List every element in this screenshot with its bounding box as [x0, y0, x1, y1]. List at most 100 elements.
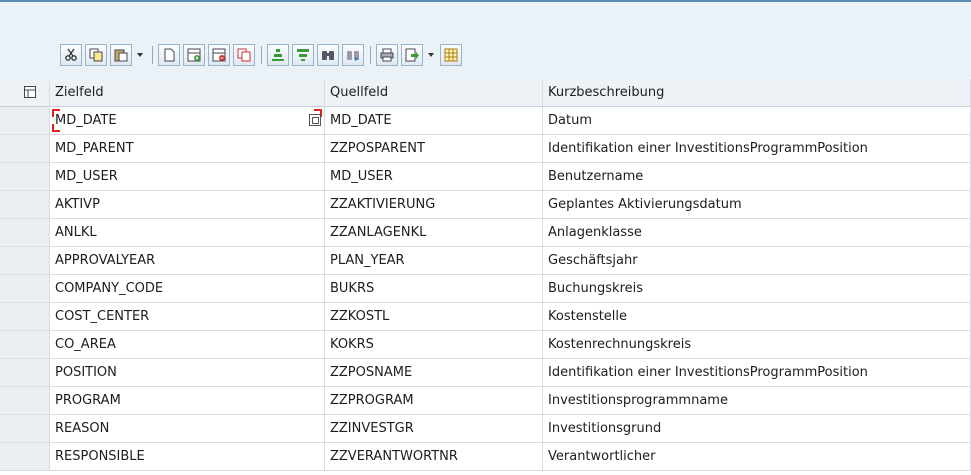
binoculars-next-icon — [347, 51, 359, 61]
kurzbeschreibung-cell[interactable]: Datum — [543, 107, 971, 135]
kurzbeschreibung-cell[interactable]: Kostenrechnungskreis — [543, 331, 971, 359]
sort-icon — [272, 49, 284, 61]
kurzbeschreibung-cell[interactable]: Geschäftsjahr — [543, 247, 971, 275]
paste-dropdown[interactable] — [135, 44, 145, 66]
zielfeld-cell[interactable]: MD_DATE — [50, 107, 325, 135]
value-help-icon[interactable] — [309, 114, 321, 126]
kurzbeschreibung-cell[interactable]: Geplantes Aktivierungsdatum — [543, 191, 971, 219]
binoculars-icon — [322, 51, 334, 60]
table-row[interactable]: COMPANY_CODE BUKRS Buchungskreis — [0, 275, 971, 303]
quellfeld-cell[interactable]: BUKRS — [325, 275, 543, 303]
quellfeld-cell[interactable]: ZZPROGRAM — [325, 387, 543, 415]
table-row[interactable]: AKTIVP ZZAKTIVIERUNG Geplantes Aktivierung… — [0, 191, 971, 219]
table-row[interactable]: MD_DATE MD_DATE Datum — [0, 107, 971, 135]
row-selector[interactable] — [0, 359, 50, 387]
scissors-icon — [65, 48, 77, 61]
quellfeld-cell[interactable]: ZZANLAGENKL — [325, 219, 543, 247]
table-row[interactable]: MD_USER MD_USER Benutzername — [0, 163, 971, 191]
paste-icon — [114, 49, 128, 62]
kurzbeschreibung-cell[interactable]: Identifikation einer InvestitionsProgram… — [543, 359, 971, 387]
print-button[interactable] — [376, 44, 398, 66]
kurzbeschreibung-cell[interactable]: Kostenstelle — [543, 303, 971, 331]
row-selector[interactable] — [0, 331, 50, 359]
table-row[interactable]: APPROVALYEAR PLAN_YEAR Geschäftsjahr — [0, 247, 971, 275]
table-row[interactable]: CO_AREA KOKRS Kostenrechnungskreis — [0, 331, 971, 359]
quellfeld-cell[interactable]: ZZKOSTL — [325, 303, 543, 331]
quellfeld-cell[interactable]: ZZVERANTWORTNR — [325, 443, 543, 471]
zielfeld-cell[interactable]: POSITION — [50, 359, 325, 387]
row-selector[interactable] — [0, 275, 50, 303]
kurzbeschreibung-cell[interactable]: Investitionsgrund — [543, 415, 971, 443]
row-selector[interactable] — [0, 247, 50, 275]
zielfeld-cell[interactable]: REASON — [50, 415, 325, 443]
zielfeld-cell[interactable]: ANLKL — [50, 219, 325, 247]
delete-row-icon — [212, 48, 226, 62]
zielfeld-cell[interactable]: RESPONSIBLE — [50, 443, 325, 471]
table-row[interactable]: REASON ZZINVESTGR Investitionsgrund — [0, 415, 971, 443]
duplicate-icon — [237, 48, 251, 62]
blank-page-icon — [164, 48, 175, 62]
new-row-button[interactable] — [158, 44, 180, 66]
kurzbeschreibung-cell[interactable]: Benutzername — [543, 163, 971, 191]
kurzbeschreibung-cell[interactable]: Anlagenklasse — [543, 219, 971, 247]
table-row[interactable]: PROGRAM ZZPROGRAM Investitionsprogrammname — [0, 387, 971, 415]
kurzbeschreibung-cell[interactable]: Verantwortlicher — [543, 443, 971, 471]
duplicate-row-button[interactable] — [233, 44, 255, 66]
kurzbeschreibung-cell[interactable]: Investitionsprogrammname — [543, 387, 971, 415]
filter-button[interactable] — [292, 44, 314, 66]
quellfeld-cell[interactable]: ZZAKTIVIERUNG — [325, 191, 543, 219]
quellfeld-cell[interactable]: PLAN_YEAR — [325, 247, 543, 275]
column-header-zielfeld[interactable]: Zielfeld — [50, 79, 325, 107]
export-dropdown[interactable] — [426, 44, 436, 66]
table-row[interactable]: MD_PARENT ZZPOSPARENT Identifikation einer… — [0, 135, 971, 163]
table-row[interactable]: POSITION ZZPOSNAME Identifikation einer In… — [0, 359, 971, 387]
table-row[interactable]: RESPONSIBLE ZZVERANTWORTNR Verantwortliche… — [0, 443, 971, 471]
zielfeld-cell[interactable]: COST_CENTER — [50, 303, 325, 331]
paste-button[interactable] — [110, 44, 132, 66]
find-next-button[interactable] — [342, 44, 364, 66]
cut-button[interactable] — [60, 44, 82, 66]
alv-toolbar — [60, 40, 465, 70]
row-selector[interactable] — [0, 219, 50, 247]
row-selector[interactable] — [0, 191, 50, 219]
quellfeld-cell[interactable]: ZZPOSNAME — [325, 359, 543, 387]
row-selector[interactable] — [0, 107, 50, 135]
quellfeld-cell[interactable]: KOKRS — [325, 331, 543, 359]
filter-icon — [297, 49, 309, 61]
layout-button[interactable] — [440, 44, 462, 66]
kurzbeschreibung-cell[interactable]: Buchungskreis — [543, 275, 971, 303]
zielfeld-cell[interactable]: MD_USER — [50, 163, 325, 191]
sort-ascending-button[interactable] — [267, 44, 289, 66]
zielfeld-cell[interactable]: PROGRAM — [50, 387, 325, 415]
quellfeld-cell[interactable]: MD_DATE — [325, 107, 543, 135]
row-selector[interactable] — [0, 163, 50, 191]
window-top-border — [0, 0, 971, 2]
quellfeld-cell[interactable]: ZZPOSPARENT — [325, 135, 543, 163]
row-selector[interactable] — [0, 303, 50, 331]
chevron-down-icon — [137, 53, 143, 57]
zielfeld-cell[interactable]: COMPANY_CODE — [50, 275, 325, 303]
zielfeld-cell[interactable]: APPROVALYEAR — [50, 247, 325, 275]
table-row[interactable]: ANLKL ZZANLAGENKL Anlagenklasse — [0, 219, 971, 247]
insert-row-icon — [187, 48, 201, 62]
copy-button[interactable] — [85, 44, 107, 66]
zielfeld-cell[interactable]: MD_PARENT — [50, 135, 325, 163]
quellfeld-cell[interactable]: MD_USER — [325, 163, 543, 191]
row-selector[interactable] — [0, 415, 50, 443]
column-header-kurzbeschreibung[interactable]: Kurzbeschreibung — [543, 79, 971, 107]
zielfeld-cell[interactable]: CO_AREA — [50, 331, 325, 359]
row-selector[interactable] — [0, 443, 50, 471]
table-row[interactable]: COST_CENTER ZZKOSTL Kostenstelle — [0, 303, 971, 331]
export-icon — [405, 48, 419, 62]
zielfeld-cell[interactable]: AKTIVP — [50, 191, 325, 219]
row-selector[interactable] — [0, 135, 50, 163]
select-all-cell[interactable] — [0, 79, 50, 107]
delete-row-button[interactable] — [208, 44, 230, 66]
find-button[interactable] — [317, 44, 339, 66]
export-button[interactable] — [401, 44, 423, 66]
column-header-quellfeld[interactable]: Quellfeld — [325, 79, 543, 107]
kurzbeschreibung-cell[interactable]: Identifikation einer InvestitionsProgram… — [543, 135, 971, 163]
insert-row-button[interactable] — [183, 44, 205, 66]
quellfeld-cell[interactable]: ZZINVESTGR — [325, 415, 543, 443]
row-selector[interactable] — [0, 387, 50, 415]
